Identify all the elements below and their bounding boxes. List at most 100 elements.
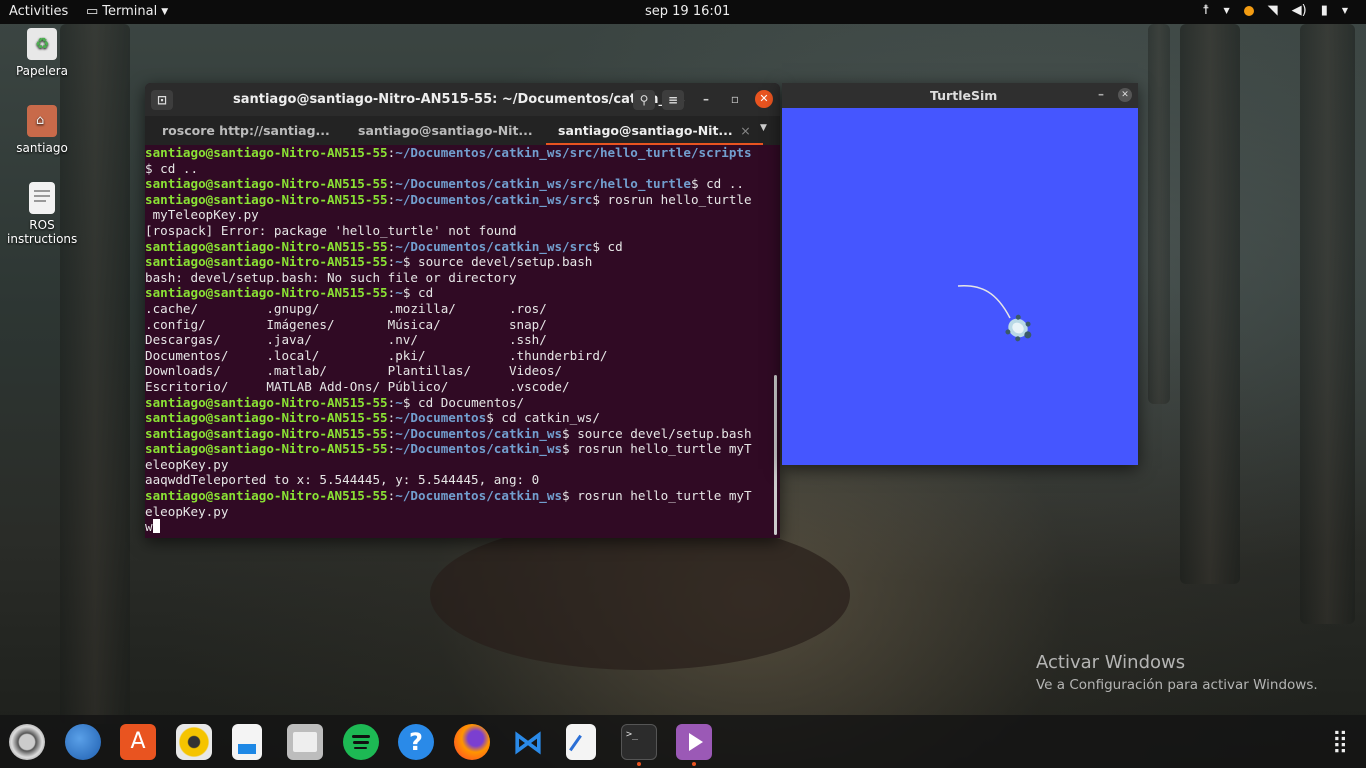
turtle-icon [1005, 314, 1032, 342]
firefox-icon[interactable] [454, 724, 490, 760]
vscode-icon[interactable]: ⋈ [510, 724, 546, 760]
help-icon[interactable]: ? [398, 724, 434, 760]
turtlesim-canvas [782, 108, 1138, 465]
wifi-icon[interactable]: ◥ [1268, 3, 1278, 18]
terminal-line: santiago@santiago-Nitro-AN515-55:~/Docum… [145, 145, 780, 161]
prompt-path: ~/Documentos/catkin_ws/src [395, 238, 593, 254]
turtlesim-titlebar[interactable]: TurtleSim – ✕ [782, 83, 1138, 108]
desktop-icon-home[interactable]: ⌂ santiago [0, 105, 84, 155]
top-bar: Activities ▭ Terminal ▼ sep 19 16:01 ☨ ▼… [0, 0, 1366, 24]
output-text: aaqwddTeleported to x: 5.544445, y: 5.54… [145, 472, 540, 488]
terminal-line: santiago@santiago-Nitro-AN515-55:~/Docum… [145, 488, 780, 504]
system-tray[interactable]: ☨ ▼ ◥ ◀) ▮ ▼ [1202, 3, 1348, 18]
output-text: Escritorio/ MATLAB Add-Ons/ Público/ .vs… [145, 378, 570, 394]
terminal-line: myTeleopKey.py [145, 207, 780, 223]
turtlesim-window[interactable]: TurtleSim – ✕ [782, 83, 1138, 465]
minimize-icon[interactable]: – [697, 90, 715, 108]
close-icon[interactable]: ✕ [1118, 88, 1132, 102]
text-editor-icon[interactable] [566, 724, 596, 760]
output-text: bash: devel/setup.bash: No such file or … [145, 269, 517, 285]
search-icon[interactable]: ⚲ [633, 90, 655, 110]
prompt-path: ~/Documentos/catkin_ws [395, 425, 563, 441]
turtle-trail [957, 284, 1011, 319]
terminal-line: $ cd .. [145, 161, 780, 177]
settings-icon[interactable] [9, 724, 45, 760]
prompt-user: santiago@santiago-Nitro-AN515-55 [145, 145, 388, 160]
minimize-icon[interactable]: – [1098, 87, 1104, 101]
terminal-line: .cache/ .gnupg/ .mozilla/ .ros/ [145, 301, 780, 317]
terminal-line: aaqwddTeleported to x: 5.544445, y: 5.54… [145, 472, 780, 488]
tabs-menu-chevron-icon[interactable]: ▼ [760, 123, 767, 133]
window-title: TurtleSim [930, 88, 998, 103]
desktop-icon-trash[interactable]: ♻ Papelera [0, 28, 84, 78]
output-text: w [145, 519, 153, 535]
update-indicator-icon[interactable] [1243, 5, 1254, 16]
app-menu[interactable]: ▭ Terminal ▼ [86, 4, 168, 19]
rhythmbox-icon[interactable] [176, 724, 212, 760]
activities-button[interactable]: Activities [9, 4, 68, 19]
terminal-line: santiago@santiago-Nitro-AN515-55:~$ cd [145, 285, 780, 301]
terminal-line: santiago@santiago-Nitro-AN515-55:~$ cd D… [145, 395, 780, 411]
output-text: myTeleopKey.py [145, 207, 259, 223]
prompt-path: ~/Documentos/catkin_ws [395, 488, 563, 504]
tab-santiago-1[interactable]: santiago@santiago-Nit... [358, 116, 533, 145]
terminal-line: Downloads/ .matlab/ Plantillas/ Videos/ [145, 363, 780, 379]
window-title: santiago@santiago-Nitro-AN515-55: ~/Docu… [233, 92, 685, 107]
activation-title: Activar Windows [1036, 652, 1186, 673]
terminal-icon[interactable]: >_ [621, 724, 657, 760]
terminal-window[interactable]: ⊡ santiago@santiago-Nitro-AN515-55: ~/Do… [145, 83, 780, 538]
accessibility-icon[interactable]: ☨ [1202, 3, 1209, 18]
terminal-tabs: roscore http://santiag... santiago@santi… [145, 116, 780, 145]
desktop-icon-label: santiago [16, 141, 68, 155]
terminal-output[interactable]: santiago@santiago-Nitro-AN515-55:~/Docum… [145, 145, 780, 538]
running-indicator [637, 762, 641, 766]
video-player-icon[interactable] [676, 724, 712, 760]
prompt-path: ~/Documentos/catkin_ws/src/hello_turtle/… [395, 145, 752, 160]
close-icon[interactable]: ✕ [755, 90, 773, 108]
thunderbird-icon[interactable] [65, 724, 101, 760]
terminal-line: Escritorio/ MATLAB Add-Ons/ Público/ .vs… [145, 379, 780, 395]
terminal-scrollbar[interactable] [774, 375, 777, 535]
terminal-titlebar[interactable]: ⊡ santiago@santiago-Nitro-AN515-55: ~/Do… [145, 83, 780, 116]
desktop-icon-ros-instructions[interactable]: ROS instructions [0, 182, 84, 246]
chevron-down-icon[interactable]: ▼ [1342, 6, 1348, 15]
tab-roscore[interactable]: roscore http://santiag... [162, 116, 330, 145]
chevron-down-icon: ▼ [161, 6, 169, 17]
battery-icon[interactable]: ▮ [1321, 3, 1328, 18]
spotify-icon[interactable] [343, 724, 379, 760]
terminal-line: santiago@santiago-Nitro-AN515-55:~/Docum… [145, 410, 780, 426]
command-text: $ cd Documentos/ [402, 394, 525, 410]
output-text: $ cd .. [145, 160, 199, 176]
tab-label: roscore http://santiag... [162, 123, 330, 138]
command-text: $ rosrun hello_turtle myT [562, 441, 752, 457]
prompt-user: santiago@santiago-Nitro-AN515-55 [145, 254, 388, 270]
output-text: .config/ Imágenes/ Música/ snap/ [145, 316, 547, 332]
command-text: $ cd [402, 285, 434, 301]
files-icon[interactable] [287, 724, 323, 760]
output-text: Downloads/ .matlab/ Plantillas/ Videos/ [145, 363, 563, 379]
software-store-icon[interactable]: A [120, 724, 156, 760]
output-text: eleopKey.py [145, 503, 229, 519]
hamburger-menu-icon[interactable]: ≡ [662, 90, 684, 110]
terminal-line: w [145, 519, 780, 535]
chevron-down-icon[interactable]: ▼ [1223, 6, 1229, 15]
prompt-path: ~/Documentos/catkin_ws/src [395, 191, 593, 207]
volume-icon[interactable]: ◀) [1292, 3, 1307, 18]
desktop-icon-label: ROS instructions [7, 218, 78, 246]
prompt-path: ~/Documentos/catkin_ws/src/hello_turtle [395, 176, 691, 192]
terminal-line: bash: devel/setup.bash: No such file or … [145, 270, 780, 286]
terminal-line: santiago@santiago-Nitro-AN515-55:~/Docum… [145, 441, 780, 457]
close-tab-icon[interactable]: × [740, 123, 750, 138]
prompt-user: santiago@santiago-Nitro-AN515-55 [145, 176, 388, 192]
clock[interactable]: sep 19 16:01 [645, 4, 730, 19]
show-applications-grid-icon[interactable]: ⣿ [1322, 724, 1358, 760]
tab-santiago-active[interactable]: santiago@santiago-Nit... × [546, 116, 763, 145]
prompt-user: santiago@santiago-Nitro-AN515-55 [145, 441, 388, 457]
terminal-line: Documentos/ .local/ .pki/ .thunderbird/ [145, 348, 780, 364]
new-tab-icon[interactable]: ⊡ [151, 90, 173, 110]
command-text: $ source devel/setup.bash [562, 425, 752, 441]
maximize-icon[interactable]: ▫ [726, 90, 744, 108]
activation-subtitle: Ve a Configuración para activar Windows. [1036, 677, 1318, 693]
terminal-line: Descargas/ .java/ .nv/ .ssh/ [145, 332, 780, 348]
writer-icon[interactable] [232, 724, 262, 760]
